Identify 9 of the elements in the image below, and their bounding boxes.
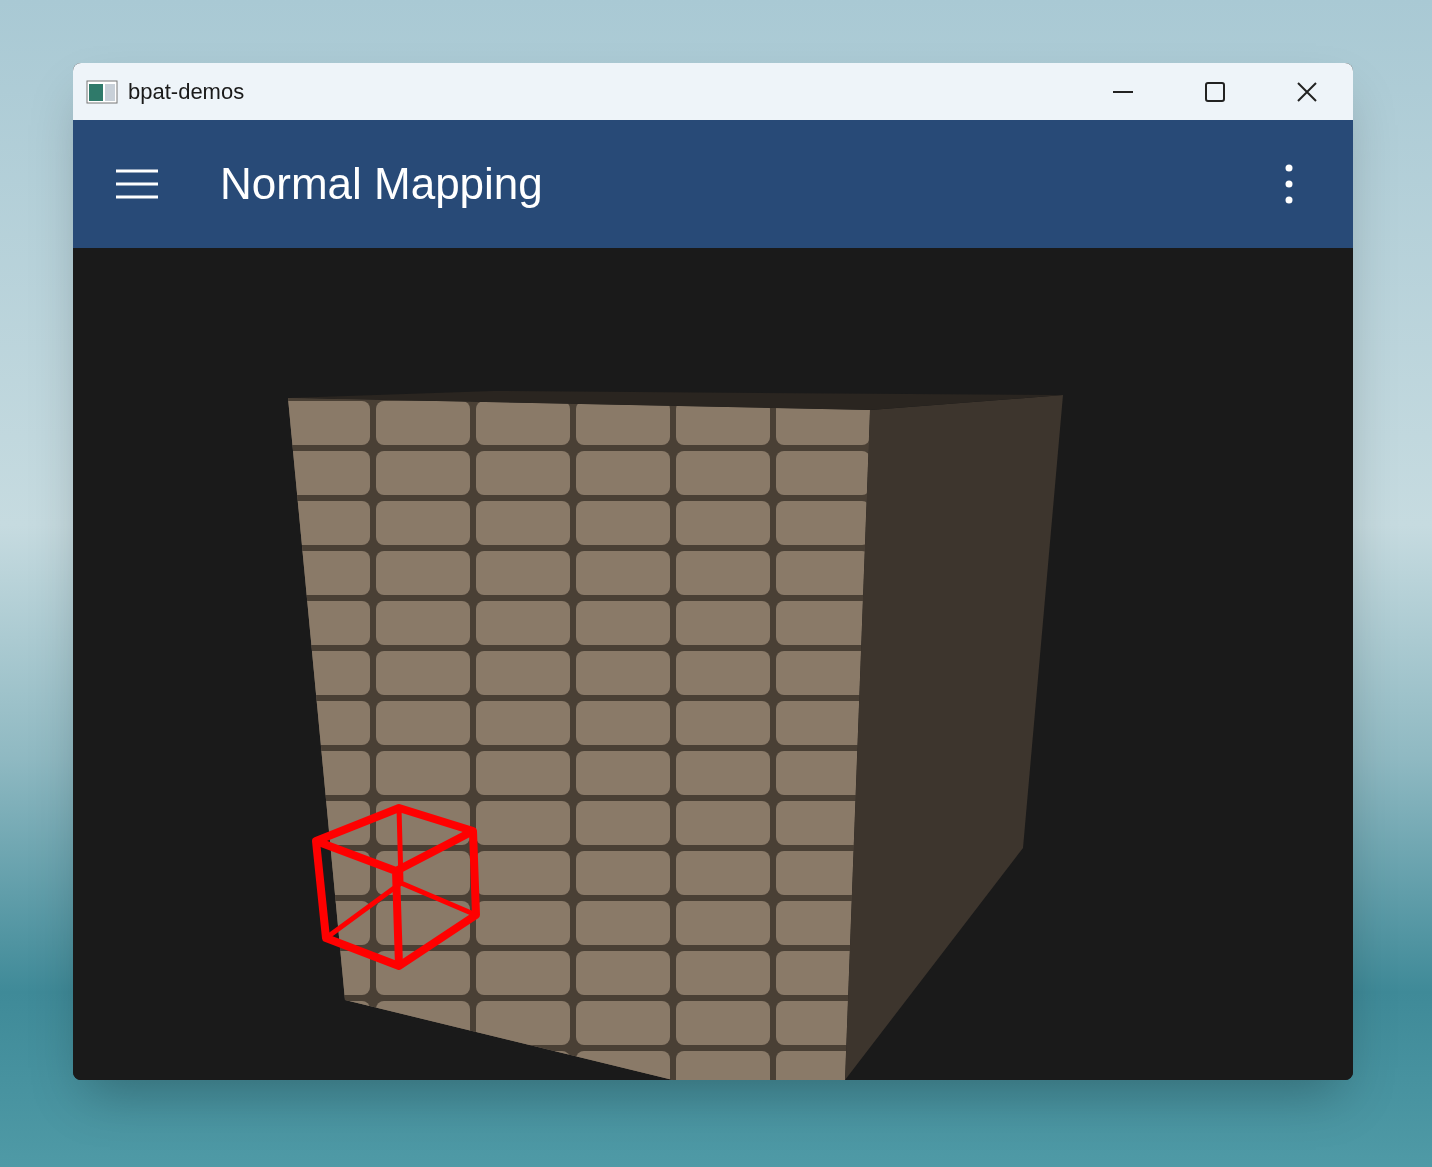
app-icon bbox=[86, 79, 118, 104]
window-title: bpat-demos bbox=[128, 78, 245, 106]
wireframe-cube-icon bbox=[311, 803, 481, 973]
minimize-icon bbox=[1113, 90, 1133, 93]
maximize-icon bbox=[1205, 81, 1225, 102]
more-options-icon bbox=[1285, 164, 1293, 204]
app-bar-title: Normal Mapping bbox=[220, 158, 543, 210]
menu-icon bbox=[116, 169, 158, 199]
close-icon bbox=[1297, 81, 1317, 102]
